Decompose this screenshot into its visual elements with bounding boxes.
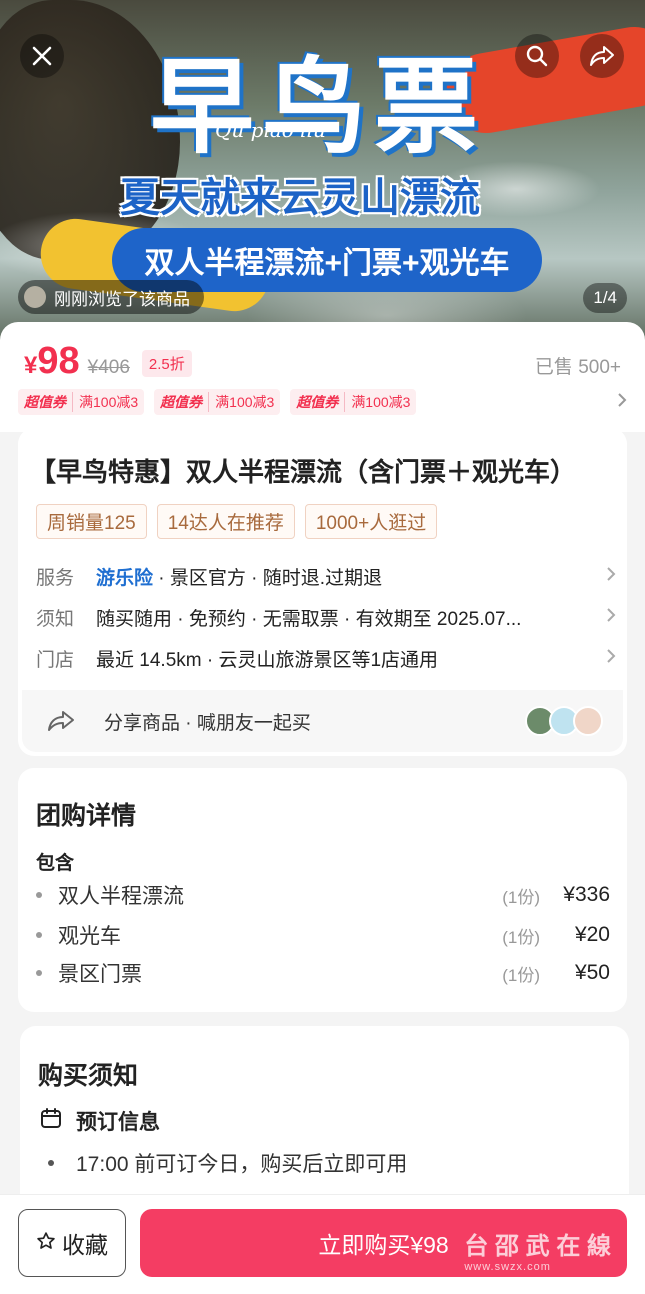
- store-value: 最近 14.5km · 云灵山旅游景区等1店通用: [96, 649, 439, 671]
- price-currency: ¥: [24, 352, 38, 379]
- item-qty: (1份): [502, 927, 540, 947]
- close-button[interactable]: [20, 34, 64, 78]
- list-item: 景区门票 (1份) ¥50: [36, 958, 610, 988]
- booking-info-title: 预订信息: [76, 1111, 160, 1134]
- share-row[interactable]: 分享商品 · 喊朋友一起买: [22, 690, 623, 752]
- favorite-label: 收藏: [62, 1232, 108, 1258]
- hero-title-en: Qu piao liu: [215, 118, 326, 142]
- coupon-item[interactable]: 超值券 满100减3: [154, 389, 281, 415]
- coupon-list[interactable]: 超值券 满100减3 超值券 满100减3 超值券 满100减3: [18, 389, 426, 415]
- bullet: [48, 1160, 54, 1166]
- service-value: 游乐险 · 景区官方 · 随时退.过期退: [96, 563, 606, 590]
- chevron-right-icon[interactable]: [617, 392, 627, 413]
- product-title: 【早鸟特惠】双人半程漂流（含门票＋观光车）: [30, 457, 577, 487]
- recently-viewed-badge: 刚刚浏览了该商品: [18, 280, 204, 314]
- store-row[interactable]: 门店 最近 14.5km · 云灵山旅游景区等1店通用: [36, 643, 616, 673]
- notice-value: 随买随用 · 免预约 · 无需取票 · 有效期至 2025.07...: [96, 608, 522, 630]
- coupon-item[interactable]: 超值券 满100减3: [18, 389, 145, 415]
- item-price: ¥336: [563, 883, 610, 906]
- insurance-highlight: 游乐险: [96, 567, 154, 589]
- store-label: 门店: [36, 649, 75, 671]
- service-label: 服务: [36, 567, 75, 589]
- favorite-button[interactable]: 收藏: [18, 1209, 126, 1277]
- product-tag: 14达人在推荐: [156, 504, 295, 539]
- sold-count: 已售 500+: [534, 357, 621, 378]
- search-button[interactable]: [515, 34, 559, 78]
- list-item: 观光车 (1份) ¥20: [36, 920, 610, 950]
- original-price: ¥406: [87, 357, 130, 378]
- star-icon: [36, 1230, 56, 1257]
- coupon-text: 满100减3: [79, 394, 139, 410]
- bullet: [36, 892, 42, 898]
- product-tags: 周销量125 14达人在推荐 1000+人逛过: [36, 504, 447, 539]
- item-name: 景区门票: [58, 963, 142, 986]
- recently-viewed-text: 刚刚浏览了该商品: [54, 289, 190, 309]
- close-icon: [32, 46, 52, 66]
- friend-avatars: [525, 706, 603, 736]
- coupon-text: 满100减3: [215, 394, 275, 410]
- group-detail-card: 团购详情 包含 双人半程漂流 (1份) ¥336 观光车 (1份) ¥20 景区…: [18, 768, 627, 1012]
- coupon-tag: 超值券: [160, 392, 210, 412]
- share-button[interactable]: [580, 34, 624, 78]
- coupon-tag: 超值券: [296, 392, 346, 412]
- chevron-right-icon: [606, 565, 616, 588]
- search-icon: [526, 45, 548, 67]
- hero-title-sub: 夏天就来云灵山漂流: [120, 176, 480, 220]
- image-pager: 1/4: [583, 283, 627, 313]
- product-tag: 周销量125: [36, 504, 147, 539]
- service-row[interactable]: 服务 游乐险 · 景区官方 · 随时退.过期退: [36, 561, 616, 591]
- item-price: ¥50: [574, 961, 610, 984]
- coupon-text: 满100减3: [351, 394, 411, 410]
- bullet: [36, 970, 42, 976]
- item-name: 双人半程漂流: [58, 885, 184, 908]
- calendar-icon: [40, 1107, 62, 1135]
- list-item: 17:00 前可订今日，购买后立即可用: [48, 1148, 407, 1178]
- notice-label: 须知: [36, 608, 75, 630]
- price-row: ¥ 98 ¥406 2.5折: [24, 340, 192, 383]
- booking-info-text: 17:00 前可订今日，购买后立即可用: [76, 1153, 408, 1176]
- share-icon: [590, 46, 614, 66]
- includes-label: 包含: [36, 853, 75, 874]
- chevron-right-icon: [606, 606, 616, 629]
- share-text: 分享商品 · 喊朋友一起买: [104, 712, 311, 734]
- price-section: ¥ 98 ¥406 2.5折 已售 500+ 超值券 满100减3 超值券 满1…: [0, 322, 645, 432]
- booking-info-heading: 预订信息: [40, 1106, 160, 1136]
- hero-title-main: 早鸟票: [150, 45, 487, 168]
- item-price: ¥20: [574, 923, 610, 946]
- avatar: [573, 706, 603, 736]
- bottom-action-bar: 收藏 立即购买¥98: [0, 1194, 645, 1294]
- current-price: 98: [37, 340, 80, 382]
- avatar: [24, 286, 46, 308]
- item-qty: (1份): [502, 965, 540, 985]
- item-qty: (1份): [502, 887, 540, 907]
- hero-banner[interactable]: 早鸟票 Qu piao liu 夏天就来云灵山漂流 双人半程漂流+门票+观光车 …: [0, 0, 645, 345]
- coupon-tag: 超值券: [24, 392, 73, 412]
- coupon-item[interactable]: 超值券 满100减3: [290, 389, 417, 415]
- list-item: 双人半程漂流 (1份) ¥336: [36, 880, 610, 910]
- product-info-card: 【早鸟特惠】双人半程漂流（含门票＋观光车） 周销量125 14达人在推荐 100…: [18, 428, 627, 756]
- notice-row[interactable]: 须知 随买随用 · 免预约 · 无需取票 · 有效期至 2025.07...: [36, 602, 616, 632]
- product-tag: 1000+人逛过: [304, 504, 438, 539]
- bullet: [36, 932, 42, 938]
- share-icon: [44, 706, 78, 736]
- discount-badge: 2.5折: [141, 350, 192, 377]
- chevron-right-icon: [606, 647, 616, 670]
- group-detail-title: 团购详情: [36, 802, 137, 830]
- purchase-notice-title: 购买须知: [38, 1062, 139, 1090]
- buy-now-button[interactable]: 立即购买¥98: [140, 1209, 627, 1277]
- item-name: 观光车: [58, 925, 121, 948]
- service-rest: · 景区官方 · 随时退.过期退: [153, 567, 383, 589]
